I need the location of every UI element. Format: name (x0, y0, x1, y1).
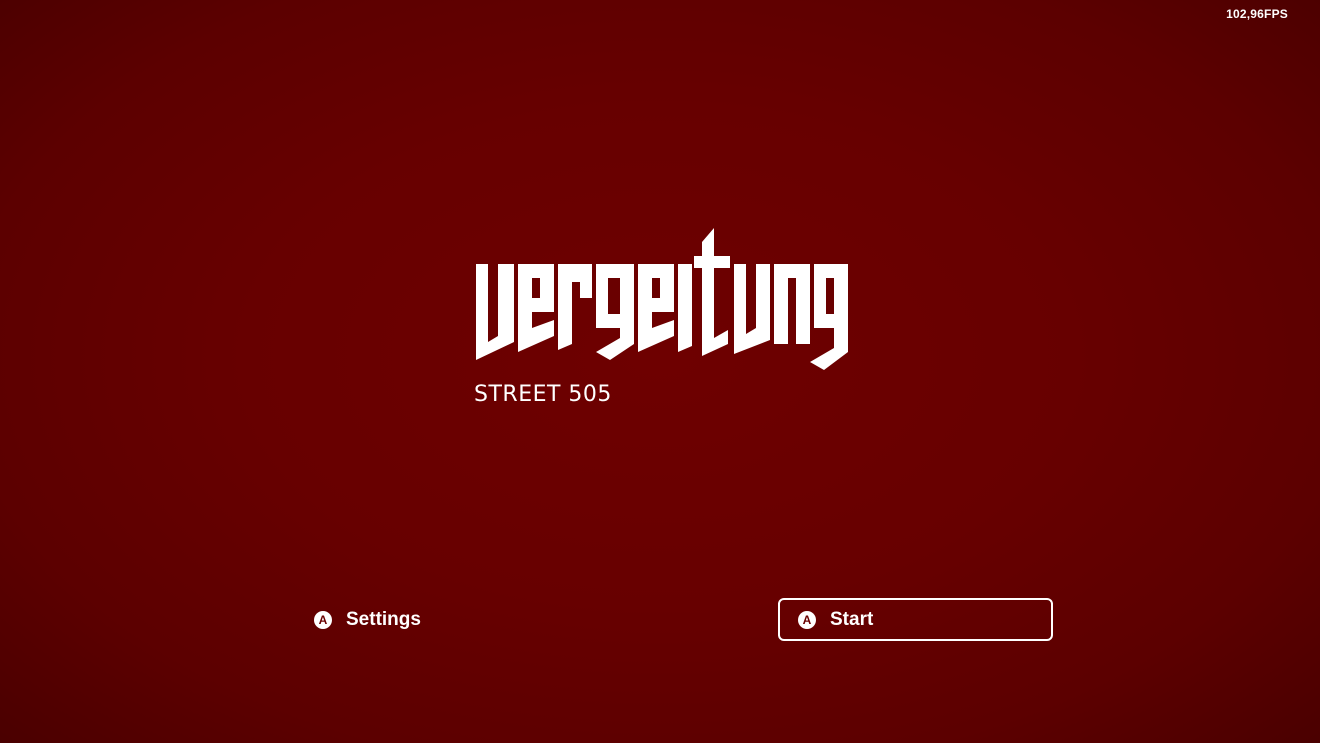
game-logo (474, 228, 850, 372)
start-button[interactable]: A Start (778, 598, 1053, 641)
settings-button-label: Settings (346, 608, 421, 630)
a-button-icon: A (798, 610, 816, 629)
game-subtitle: STREET 505 (474, 382, 612, 407)
a-button-icon: A (314, 610, 332, 629)
settings-button[interactable]: A Settings (302, 598, 576, 641)
fps-counter: 102,96FPS (1226, 7, 1288, 21)
start-button-label: Start (830, 608, 874, 630)
